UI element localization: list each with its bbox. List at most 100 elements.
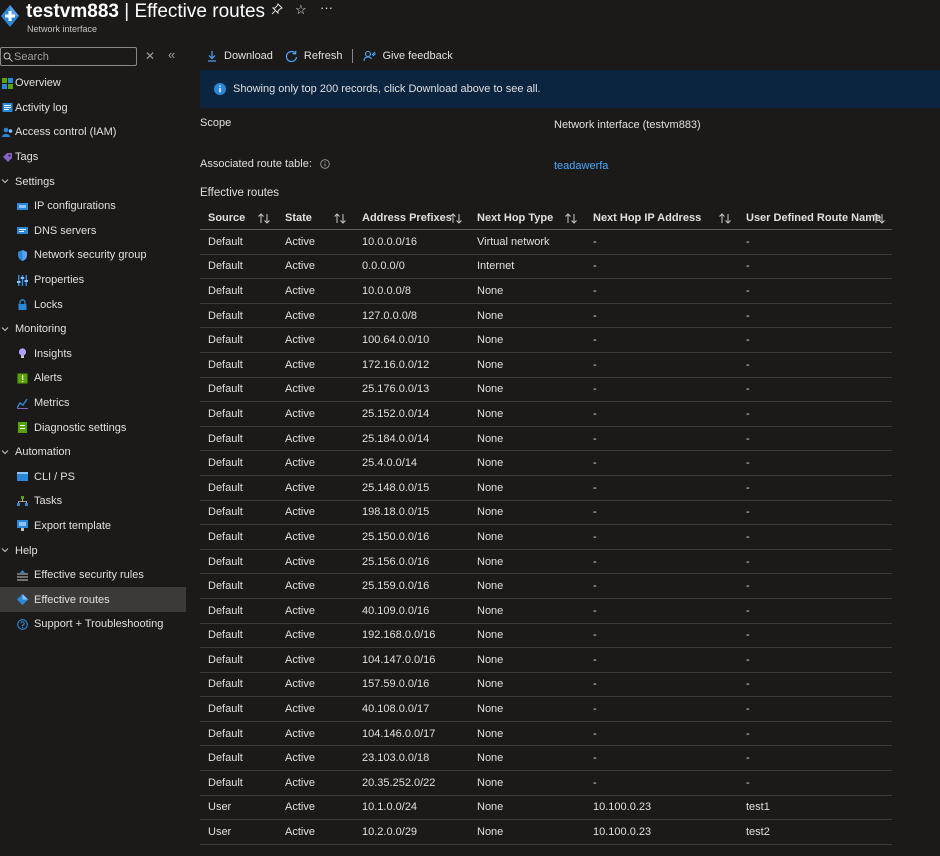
table-cell: -	[593, 629, 597, 642]
table-cell: -	[593, 727, 597, 740]
sort-icon[interactable]	[257, 213, 271, 224]
table-row: Default Active 192.168.0.0/16 None - -	[200, 624, 892, 649]
table-cell: -	[593, 530, 597, 543]
give-feedback-button[interactable]: Give feedback	[357, 50, 458, 63]
table-cell: -	[746, 383, 750, 396]
sort-icon[interactable]	[564, 213, 578, 224]
ip-config-icon	[17, 201, 28, 212]
sort-icon[interactable]	[449, 213, 463, 224]
sidebar-item-tags[interactable]: Tags	[0, 145, 186, 170]
sidebar-item-locks[interactable]: Locks	[0, 292, 186, 317]
sidebar-group-help[interactable]: Help	[0, 538, 186, 563]
table-cell: Default	[208, 530, 243, 543]
sidebar-item-network-security-group[interactable]: Network security group	[0, 243, 186, 268]
route-table-link[interactable]: teadawerfa	[554, 160, 608, 172]
table-cell: -	[593, 506, 597, 519]
table-cell: -	[593, 580, 597, 593]
sidebar-item-effective-security-rules[interactable]: Effective security rules	[0, 563, 186, 588]
table-cell: -	[593, 358, 597, 371]
table-row: Default Active 10.0.0.0/8 None - -	[200, 279, 892, 304]
column-header-next-hop-type[interactable]: Next Hop Type	[477, 206, 553, 229]
table-cell: Default	[208, 629, 243, 642]
table-cell: Default	[208, 407, 243, 420]
sidebar-item-label: Insights	[34, 347, 72, 360]
table-cell: Active	[285, 235, 315, 248]
column-header-address-prefixes[interactable]: Address Prefixes	[362, 206, 452, 229]
star-icon[interactable]: ☆	[295, 2, 307, 18]
sort-icon[interactable]	[333, 213, 347, 224]
pin-icon[interactable]	[271, 3, 283, 18]
network-interface-icon	[1, 5, 19, 27]
sidebar-item-label: Activity log	[15, 101, 68, 114]
table-cell: -	[746, 407, 750, 420]
metrics-icon	[16, 398, 28, 409]
table-cell: None	[477, 826, 504, 839]
table-cell: -	[746, 432, 750, 445]
sidebar-item-insights[interactable]: Insights	[0, 342, 186, 367]
table-cell: Active	[285, 407, 315, 420]
column-header-state[interactable]: State	[285, 206, 312, 229]
table-cell: Default	[208, 432, 243, 445]
column-header-source[interactable]: Source	[208, 206, 245, 229]
table-cell: 10.100.0.23	[593, 826, 652, 839]
sidebar-item-label: CLI / PS	[34, 470, 75, 483]
column-header-next-hop-ip-address[interactable]: Next Hop IP Address	[593, 206, 701, 229]
table-cell: None	[477, 530, 504, 543]
sidebar-item-diagnostic-settings[interactable]: Diagnostic settings	[0, 415, 186, 440]
search-box[interactable]	[0, 47, 137, 66]
sidebar-item-label: Tasks	[34, 495, 63, 508]
table-cell: Default	[208, 727, 243, 740]
resource-type-label: Network interface	[27, 24, 98, 34]
table-cell: None	[477, 309, 504, 322]
table-cell: Active	[285, 776, 315, 789]
sidebar-item-tasks[interactable]: Tasks	[0, 489, 186, 514]
alert-icon	[17, 373, 28, 384]
refresh-button[interactable]: Refresh	[279, 50, 349, 63]
sidebar-item-label: Network security group	[34, 249, 147, 262]
sidebar-item-alerts[interactable]: Alerts	[0, 366, 186, 391]
sidebar-item-label: Support + Troubleshooting	[34, 618, 164, 631]
sidebar-item-access-control-iam[interactable]: Access control (IAM)	[0, 120, 186, 145]
close-icon[interactable]: ✕	[145, 49, 155, 63]
table-cell: Default	[208, 334, 243, 347]
activity-log-icon	[2, 102, 13, 113]
table-cell: Default	[208, 383, 243, 396]
sidebar-item-overview[interactable]: Overview	[0, 71, 186, 96]
sidebar-item-cli-ps[interactable]: CLI / PS	[0, 465, 186, 490]
sidebar-item-dns-servers[interactable]: DNS servers	[0, 219, 186, 244]
sidebar-item-metrics[interactable]: Metrics	[0, 391, 186, 416]
search-input[interactable]	[14, 50, 134, 64]
table-cell: Default	[208, 776, 243, 789]
sidebar-item-ip-configurations[interactable]: IP configurations	[0, 194, 186, 219]
sidebar-item-export-template[interactable]: Export template	[0, 514, 186, 539]
sidebar-group-automation[interactable]: Automation	[0, 440, 186, 465]
table-cell: None	[477, 506, 504, 519]
column-header-user-defined-route-name[interactable]: User Defined Route Name	[746, 206, 881, 229]
table-cell: Default	[208, 309, 243, 322]
sort-icon[interactable]	[872, 213, 886, 224]
download-button[interactable]: Download	[200, 50, 279, 62]
table-cell: 104.146.0.0/17	[362, 727, 436, 740]
collapse-icon[interactable]: «	[168, 47, 175, 62]
info-circle-icon[interactable]	[320, 159, 330, 169]
table-cell: 198.18.0.0/15	[362, 506, 430, 519]
sidebar-item-properties[interactable]: Properties	[0, 268, 186, 293]
more-icon[interactable]: ···	[320, 0, 333, 15]
sidebar-group-monitoring[interactable]: Monitoring	[0, 317, 186, 342]
sidebar-item-label: Locks	[34, 298, 63, 311]
sort-icon[interactable]	[718, 213, 732, 224]
table-cell: -	[746, 457, 750, 470]
table-cell: Active	[285, 457, 315, 470]
sidebar-item-support-troubleshooting[interactable]: Support + Troubleshooting	[0, 612, 186, 637]
sidebar-item-effective-routes[interactable]: Effective routes	[0, 587, 186, 613]
table-cell: Active	[285, 555, 315, 568]
table-cell: -	[746, 555, 750, 568]
sidebar-item-activity-log[interactable]: Activity log	[0, 96, 186, 121]
cli-icon	[17, 471, 28, 482]
sidebar-group-settings[interactable]: Settings	[0, 169, 186, 194]
sidebar-item-label: Metrics	[34, 397, 70, 410]
scope-value: Network interface (testvm883)	[554, 119, 701, 131]
table-cell: Active	[285, 629, 315, 642]
table-cell: 10.2.0.0/29	[362, 826, 418, 839]
table-cell: -	[593, 284, 597, 297]
